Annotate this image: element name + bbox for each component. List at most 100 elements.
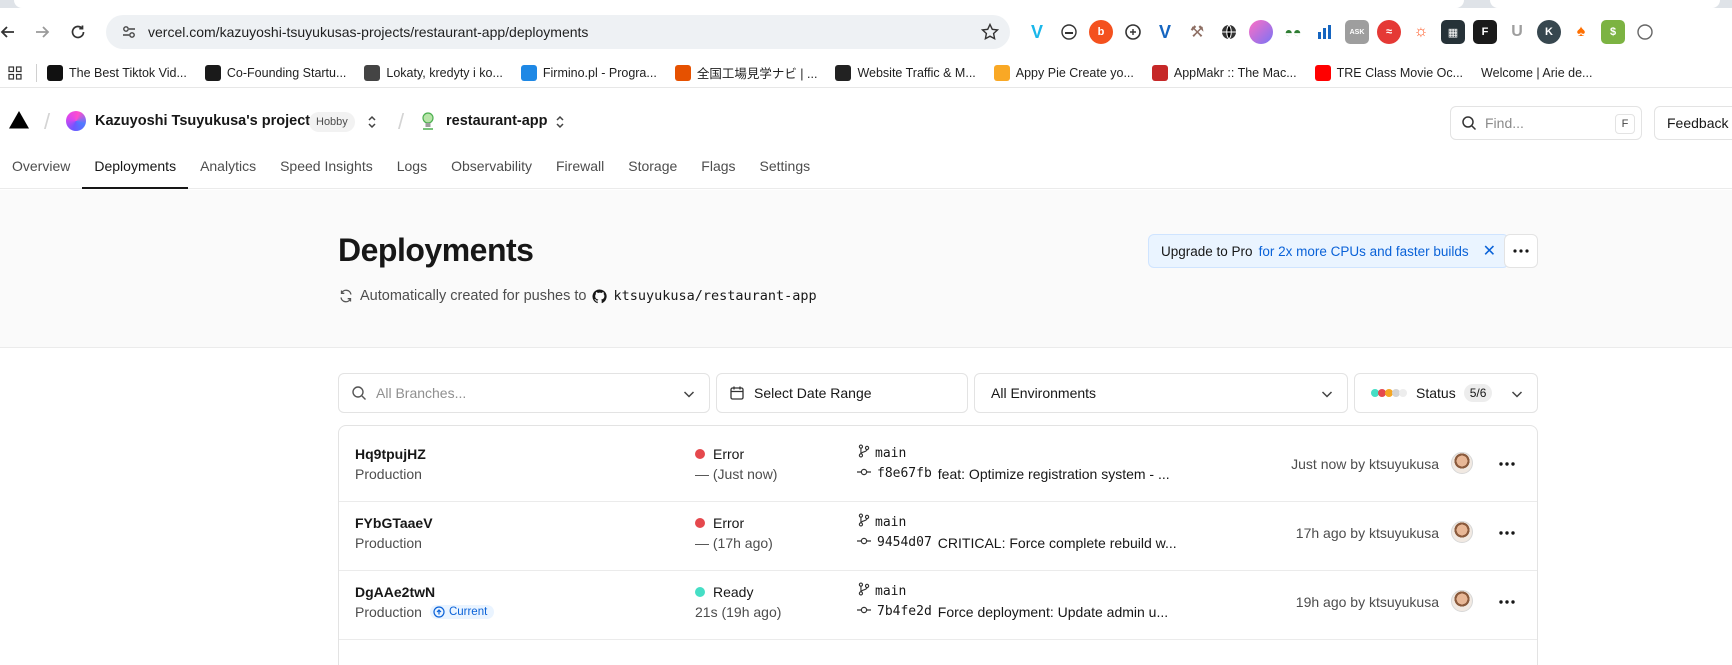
bookmark-label[interactable]: Co-Founding Startu...	[227, 66, 347, 80]
row-more-button[interactable]	[1493, 521, 1521, 545]
commit-sha[interactable]: 7b4fe2d	[877, 604, 932, 619]
commit-sha[interactable]: 9454d07	[877, 535, 932, 550]
deployment-row[interactable]: FYbGTaaeV Production Error — (17h ago) main 9…	[339, 495, 1537, 571]
pickaxe-extension-icon[interactable]: ⚒	[1185, 20, 1209, 44]
user-avatar[interactable]	[1451, 521, 1473, 543]
project-name[interactable]: restaurant-app	[446, 113, 548, 129]
reload-icon[interactable]	[66, 20, 90, 44]
red-circle-extension-icon[interactable]: ≈	[1377, 20, 1401, 44]
colorful-extension-icon[interactable]	[1249, 20, 1273, 44]
bookmark-item[interactable]: Welcome | Arie de...	[1481, 66, 1592, 80]
date-range-button[interactable]: Select Date Range	[716, 373, 968, 413]
status-filter[interactable]: Status 5/6	[1354, 373, 1538, 413]
url-text[interactable]: vercel.com/kazuyoshi-tsuyukusas-projects…	[148, 24, 588, 40]
date-range-label[interactable]: Select Date Range	[754, 385, 872, 401]
site-settings-icon[interactable]	[112, 15, 146, 49]
bookmark-item[interactable]: 全国工場見学ナビ | ...	[674, 63, 818, 82]
bookmark-item[interactable]: TRE Class Movie Oc...	[1314, 64, 1463, 81]
dark-square-extension-icon[interactable]: ▦	[1441, 20, 1465, 44]
bookmark-item[interactable]: Firmino.pl - Progra...	[520, 64, 657, 81]
user-avatar[interactable]	[1451, 590, 1473, 612]
deployment-id[interactable]: DgAAe2twN	[355, 584, 435, 600]
u-extension-icon[interactable]: U	[1505, 20, 1529, 44]
bookmark-label[interactable]: 全国工場見学ナビ | ...	[697, 63, 818, 82]
bookmark-item[interactable]: The Best Tiktok Vid...	[47, 64, 187, 81]
tab-logs[interactable]: Logs	[385, 155, 439, 189]
bookmark-label[interactable]: TRE Class Movie Oc...	[1337, 66, 1463, 80]
bookmark-item[interactable]: Co-Founding Startu...	[204, 64, 347, 81]
vercel-logo-icon[interactable]	[9, 111, 29, 134]
glasses-extension-icon[interactable]: ◓◓	[1281, 20, 1305, 44]
tab-deployments[interactable]: Deployments	[82, 155, 189, 189]
tab-analytics[interactable]: Analytics	[188, 155, 268, 189]
branch-filter-input[interactable]: All Branches...	[338, 373, 710, 413]
status-filter-label[interactable]: Status	[1416, 385, 1456, 401]
tab-firewall[interactable]: Firewall	[544, 155, 616, 189]
branch-name[interactable]: main	[875, 515, 906, 530]
tab-speed-insights[interactable]: Speed Insights	[268, 155, 385, 189]
vimeo-extension-icon[interactable]: V	[1025, 20, 1049, 44]
deployment-commit[interactable]: 9454d07 CRITICAL: Force complete rebuild …	[857, 534, 1177, 551]
deployment-commit[interactable]: 7b4fe2d Force deployment: Update admin u.…	[857, 603, 1168, 620]
tab-storage[interactable]: Storage	[616, 155, 689, 189]
branch-name[interactable]: main	[875, 446, 906, 461]
v-check-extension-icon[interactable]: V	[1153, 20, 1177, 44]
environment-select[interactable]: All Environments	[974, 373, 1348, 413]
forward-icon[interactable]	[30, 20, 54, 44]
circle-g-extension-icon[interactable]	[1121, 20, 1145, 44]
figma-extension-icon[interactable]: F	[1473, 20, 1497, 44]
user-avatar[interactable]	[1451, 452, 1473, 474]
upgrade-title[interactable]: Upgrade to Pro	[1161, 244, 1253, 259]
back-icon[interactable]	[0, 20, 20, 44]
deployment-id[interactable]: Hq9tpujHZ	[355, 446, 426, 462]
team-avatar[interactable]	[66, 111, 86, 131]
flame-extension-icon[interactable]: ♠	[1569, 20, 1593, 44]
row-more-button[interactable]	[1493, 590, 1521, 614]
find-placeholder[interactable]: Find...	[1485, 115, 1524, 131]
bookmark-item[interactable]: Appy Pie Create yo...	[993, 64, 1134, 81]
find-search-box[interactable]: Find... F	[1450, 106, 1642, 140]
address-bar[interactable]: vercel.com/kazuyoshi-tsuyukusas-projects…	[106, 15, 1010, 49]
gray-box-extension-icon[interactable]: ASK	[1345, 20, 1369, 44]
branch-name[interactable]: main	[875, 584, 906, 599]
bookmark-star-icon[interactable]	[980, 22, 1000, 42]
deployment-branch[interactable]: main	[857, 444, 906, 462]
upgrade-banner[interactable]: Upgrade to Pro for 2x more CPUs and fast…	[1148, 234, 1510, 268]
commit-message[interactable]: feat: Optimize registration system - ...	[938, 466, 1170, 482]
feedback-button[interactable]: Feedback	[1654, 106, 1732, 140]
tab-flags[interactable]: Flags	[689, 155, 747, 189]
tab-overview[interactable]: Overview	[0, 155, 82, 189]
deployment-row[interactable]: Hq9tpujHZ Production Error — (Just now) main…	[339, 426, 1537, 502]
upgrade-description[interactable]: for 2x more CPUs and faster builds	[1259, 244, 1469, 259]
commit-message[interactable]: CRITICAL: Force complete rebuild w...	[938, 535, 1177, 551]
deployment-branch[interactable]: main	[857, 513, 906, 531]
row-more-button[interactable]	[1493, 452, 1521, 476]
team-switcher-icon[interactable]	[366, 113, 378, 131]
dollar-extension-icon[interactable]: $	[1601, 20, 1625, 44]
bookmark-label[interactable]: The Best Tiktok Vid...	[69, 66, 187, 80]
bar-chart-extension-icon[interactable]	[1313, 20, 1337, 44]
repo-link[interactable]: ktsuyukusa/restaurant-app	[613, 288, 816, 304]
globe-extension-icon[interactable]	[1217, 20, 1241, 44]
squiggle-extension-icon[interactable]: ☼	[1409, 20, 1433, 44]
environment-select-value[interactable]: All Environments	[991, 385, 1096, 401]
deployment-id[interactable]: FYbGTaaeV	[355, 515, 433, 531]
bookmark-item[interactable]: Lokaty, kredyty i ko...	[364, 64, 503, 81]
tab-settings[interactable]: Settings	[748, 155, 823, 189]
bookmark-label[interactable]: Welcome | Arie de...	[1481, 66, 1592, 80]
bookmark-item[interactable]: AppMakr :: The Mac...	[1151, 64, 1297, 81]
k-extension-icon[interactable]: K	[1537, 20, 1561, 44]
bookmark-label[interactable]: Appy Pie Create yo...	[1016, 66, 1134, 80]
tab-observability[interactable]: Observability	[439, 155, 544, 189]
deployment-commit[interactable]: f8e67fb feat: Optimize registration syste…	[857, 465, 1170, 482]
bookmark-label[interactable]: Lokaty, kredyty i ko...	[386, 66, 502, 80]
orange-circle-extension-icon[interactable]: b	[1089, 20, 1113, 44]
bookmark-label[interactable]: Firmino.pl - Progra...	[543, 66, 657, 80]
apps-grid-icon[interactable]	[4, 62, 26, 84]
deployment-branch[interactable]: main	[857, 582, 906, 600]
face-extension-icon[interactable]	[1057, 20, 1081, 44]
bookmark-label[interactable]: AppMakr :: The Mac...	[1174, 66, 1297, 80]
extensions-puzzle-icon[interactable]	[1633, 20, 1657, 44]
project-switcher-icon[interactable]	[554, 113, 566, 131]
commit-sha[interactable]: f8e67fb	[877, 466, 932, 481]
